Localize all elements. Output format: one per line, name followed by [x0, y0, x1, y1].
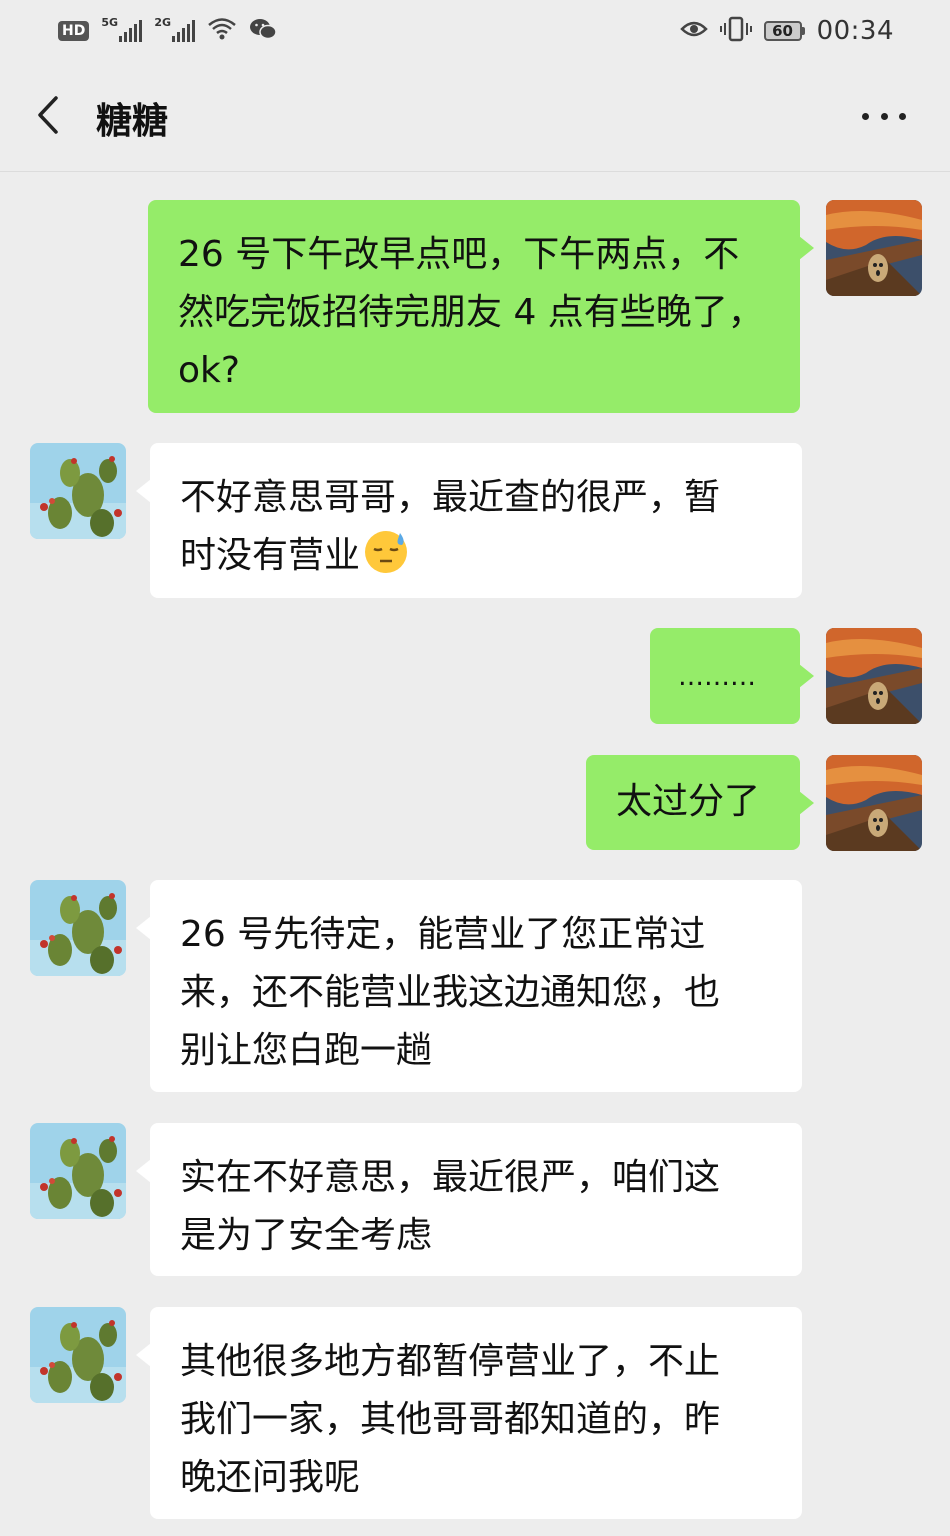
message-text: 其他很多地方都暂停营业了，不止 我们一家，其他哥哥都知道的，昨 晚还问我呢: [180, 1341, 721, 1498]
contact-avatar[interactable]: [30, 880, 126, 976]
my-avatar[interactable]: [826, 755, 922, 851]
my-avatar[interactable]: [826, 628, 922, 724]
chevron-left-icon: [38, 96, 58, 134]
message-bubble-sent[interactable]: 26 号下午改早点吧，下午两点，不 然吃完饭招待完朋友 4 点有些晚了， ok?: [148, 200, 814, 413]
status-bar: HD 5G 2G 60 00:34: [0, 0, 950, 62]
chat-title: 糖糖: [96, 101, 169, 142]
message-bubble-received[interactable]: 其他很多地方都暂停营业了，不止 我们一家，其他哥哥都知道的，昨 晚还问我呢: [136, 1307, 802, 1519]
message-text: 太过分了: [616, 781, 761, 822]
message-text: 26 号先待定，能营业了您正常过 来，还不能营业我这边通知您，也 别让您白跑一趟: [180, 914, 721, 1071]
vibrate-icon: [719, 16, 752, 46]
more-button[interactable]: [856, 98, 912, 134]
wechat-icon: [249, 17, 278, 45]
signal-sim2-icon: 2G: [154, 16, 196, 42]
status-left: HD 5G 2G: [58, 16, 278, 45]
contact-avatar[interactable]: [30, 443, 126, 539]
message-bubble-sent[interactable]: ………: [650, 628, 814, 724]
message-bubble-received[interactable]: 不好意思哥哥，最近查的很严，暂 时没有营业: [136, 443, 802, 598]
eye-icon: [679, 19, 708, 43]
status-right: 60 00:34: [679, 16, 894, 46]
message-bubble-received[interactable]: 实在不好意思，最近很严，咱们这 是为了安全考虑: [136, 1123, 802, 1276]
more-dots-icon: [862, 112, 869, 120]
message-text: 实在不好意思，最近很严，咱们这 是为了安全考虑: [180, 1157, 721, 1256]
wifi-icon: [207, 17, 237, 45]
message-text: 26 号下午改早点吧，下午两点，不 然吃完饭招待完朋友 4 点有些晚了， ok?: [178, 234, 764, 391]
contact-avatar[interactable]: [30, 1123, 126, 1219]
message-text: ………: [678, 662, 756, 692]
contact-avatar[interactable]: [30, 1307, 126, 1403]
chat-header: 糖糖: [0, 62, 950, 172]
signal-sim1-icon: 5G: [101, 16, 143, 42]
message-text: 不好意思哥哥，最近查的很严，暂 时没有营业: [180, 477, 721, 576]
battery-icon: 60: [763, 21, 805, 41]
message-bubble-sent[interactable]: 太过分了: [586, 755, 814, 850]
my-avatar[interactable]: [826, 200, 922, 296]
downcast-sweat-face-icon: [362, 527, 410, 575]
hd-badge: HD: [58, 21, 90, 41]
message-bubble-received[interactable]: 26 号先待定，能营业了您正常过 来，还不能营业我这边通知您，也 别让您白跑一趟: [136, 880, 802, 1092]
back-button[interactable]: [30, 90, 70, 140]
status-time: 00:34: [816, 16, 894, 46]
